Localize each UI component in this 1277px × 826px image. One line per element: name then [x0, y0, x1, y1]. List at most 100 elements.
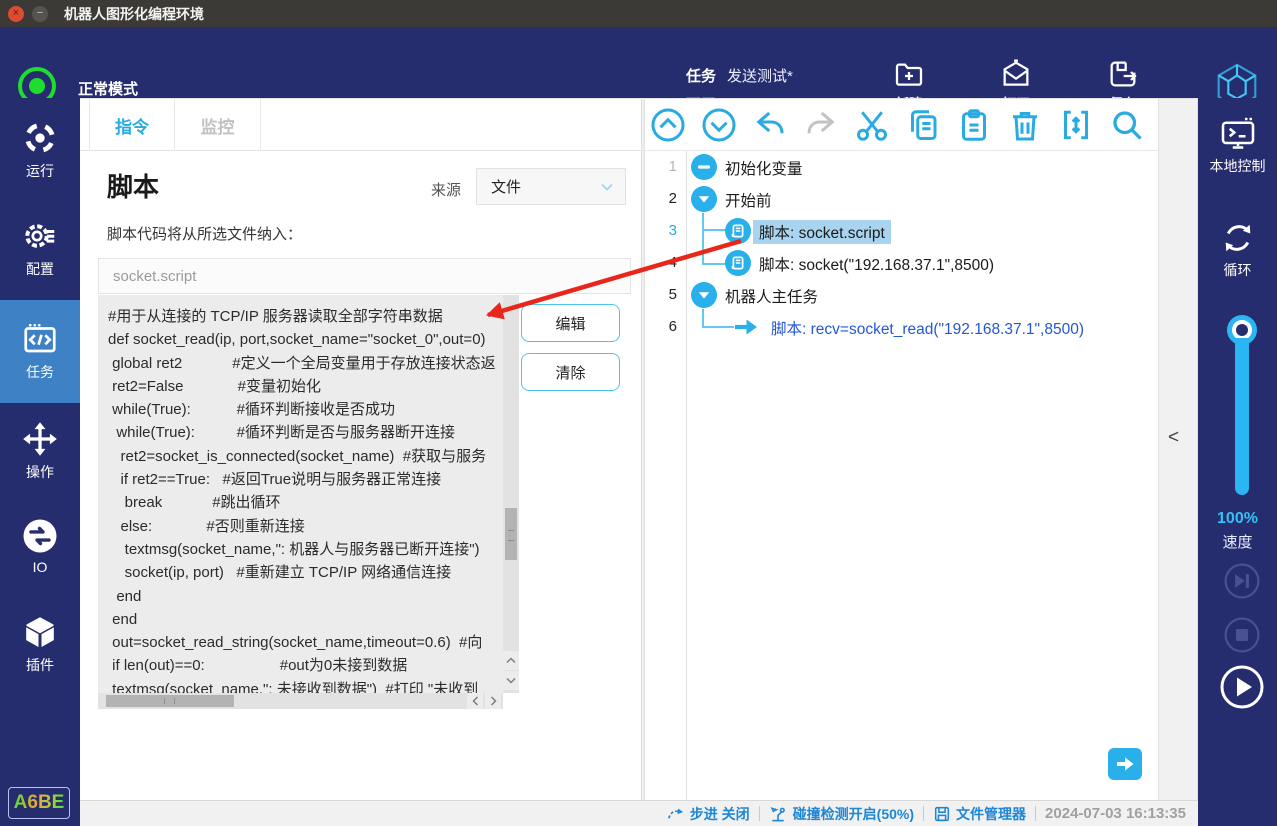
sidebar-item-label: 配置: [26, 260, 54, 277]
tree-node-5[interactable]: 5 机器人主任务: [645, 279, 1158, 311]
horizontal-scroll-thumb[interactable]: [106, 695, 234, 707]
status-bar: 步进 关闭 碰撞检测开启(50%) 文件管理器 2024-07-03 16:13…: [80, 800, 1198, 826]
status-separator: [1035, 806, 1037, 821]
tree-node-label: 脚本: socket("192.168.37.1",8500): [759, 257, 995, 274]
chevron-down-icon: [601, 183, 613, 191]
redo-button[interactable]: [803, 107, 839, 143]
scroll-up-button[interactable]: [503, 651, 519, 670]
horizontal-scrollbar[interactable]: [98, 693, 503, 709]
tree-node-label: 脚本: socket.script: [753, 220, 891, 244]
window-title: 机器人图形化编程环境: [64, 5, 204, 22]
filename-field[interactable]: socket.script: [98, 258, 631, 294]
collision-detect-icon: [769, 804, 788, 823]
code-line: if len(out)==0: #out为0未接到数据: [108, 657, 408, 675]
sidebar-item-配置[interactable]: 配置: [0, 212, 80, 284]
step-mode-status[interactable]: 步进 关闭: [666, 804, 750, 824]
tree-toolbar: [645, 99, 1158, 151]
window-titlebar: × − 机器人图形化编程环境: [0, 0, 1277, 27]
operate-move-icon: [22, 421, 58, 457]
scroll-down-button[interactable]: [503, 671, 519, 690]
line-number: 6: [668, 318, 677, 335]
move-down-button[interactable]: [701, 107, 737, 143]
task-label: 任务: [686, 68, 717, 85]
search-button[interactable]: [1109, 107, 1145, 143]
step-icon: [666, 804, 685, 823]
code-line: end: [108, 610, 138, 628]
tree-script-icon: [725, 218, 751, 244]
program-tree-panel: 1 初始化变量 2 开始前 3 脚本: socket.script 4 脚本: socket(…: [645, 98, 1158, 801]
io-exchange-icon: [22, 518, 58, 554]
sidebar-item-任务[interactable]: 任务: [0, 300, 80, 403]
datetime: 2024-07-03 16:13:35: [1045, 805, 1186, 822]
close-button[interactable]: ×: [8, 5, 24, 22]
next-step-button[interactable]: [1108, 748, 1142, 780]
redo-icon: [803, 107, 839, 143]
line-number: 3: [668, 222, 677, 239]
cut-button[interactable]: [854, 107, 890, 143]
speed-value: 100%: [1217, 510, 1258, 527]
tree-node-6[interactable]: 6 脚本: recv=socket_read("192.168.37.1",850…: [645, 311, 1158, 343]
vertical-scrollbar[interactable]: [503, 295, 519, 693]
scroll-right-button[interactable]: [485, 693, 501, 709]
save-file-icon: [1107, 58, 1139, 90]
new-file-icon: [893, 58, 925, 90]
tree-node-label: 开始前: [725, 193, 772, 210]
step-forward-button[interactable]: [1223, 562, 1261, 600]
delete-button[interactable]: [1007, 107, 1043, 143]
robot-model-button[interactable]: A6BE: [8, 787, 70, 819]
undo-button[interactable]: [752, 107, 788, 143]
insert-button[interactable]: [1058, 107, 1094, 143]
tree-script-icon: [725, 250, 751, 276]
clear-button[interactable]: 清除: [521, 353, 620, 391]
sidebar-item-loop[interactable]: 循环: [1198, 220, 1277, 280]
code-line: socket(ip, port) #重新建立 TCP/IP 网络通信连接: [108, 564, 452, 582]
sidebar-item-插件[interactable]: 插件: [0, 608, 80, 680]
play-button[interactable]: [1219, 664, 1265, 710]
script-panel: 指令 监控 脚本 来源 文件 脚本代码将从所选文件纳入： socket.scri…: [80, 98, 641, 800]
tab-monitor[interactable]: 监控: [175, 99, 261, 151]
copy-icon: [905, 107, 941, 143]
tree-node-3[interactable]: 3 脚本: socket.script: [645, 215, 1158, 247]
loop-icon: [1220, 220, 1256, 256]
move-up-button[interactable]: [650, 107, 686, 143]
sidebar-item-操作[interactable]: 操作: [0, 415, 80, 487]
code-line: def socket_read(ip, port,socket_name="so…: [108, 331, 486, 349]
left-sidebar: 运行配置任务操作 IO 插件 A6BE: [0, 98, 80, 826]
tab-instruction[interactable]: 指令: [89, 99, 175, 151]
open-file-icon: [1000, 58, 1032, 90]
sidebar-item-local-control[interactable]: 本地控制: [1198, 116, 1277, 176]
status-separator: [758, 806, 760, 821]
speed-label: 速度: [1222, 534, 1253, 551]
tree-node-label: 脚本: recv=socket_read("192.168.37.1",8500…: [771, 321, 1085, 338]
page-title: 脚本: [107, 172, 160, 202]
code-line: ret2=False #变量初始化: [108, 377, 321, 395]
tree-node-label: 机器人主任务: [725, 289, 819, 306]
file-manager-button[interactable]: 文件管理器: [933, 804, 1026, 824]
edit-button[interactable]: 编辑: [521, 304, 620, 342]
code-line: textmsg(socket_name,": 未接收到数据") #打印 "未收到: [108, 680, 479, 693]
cut-icon: [854, 107, 890, 143]
copy-button[interactable]: [905, 107, 941, 143]
tree-node-4[interactable]: 4 脚本: socket("192.168.37.1",8500): [645, 247, 1158, 279]
code-line: while(True): #循环判断接收是否成功: [108, 401, 395, 419]
tree-node-label: 初始化变量: [725, 161, 803, 178]
collision-status[interactable]: 碰撞检测开启(50%): [769, 804, 914, 824]
tree-node-1[interactable]: 1 初始化变量: [645, 151, 1158, 183]
sidebar-item-运行[interactable]: 运行: [0, 114, 80, 186]
speed-slider-track[interactable]: [1235, 338, 1249, 495]
code-viewer[interactable]: #用于从连接的 TCP/IP 服务器读取全部字符串数据 def socket_re…: [98, 295, 503, 693]
scroll-left-button[interactable]: [467, 693, 483, 709]
code-line: if ret2==True: #返回True说明与服务器正常连接: [108, 471, 442, 489]
tree-node-2[interactable]: 2 开始前: [645, 183, 1158, 215]
collapse-left-icon: <: [1168, 427, 1180, 448]
paste-button[interactable]: [956, 107, 992, 143]
vertical-scroll-thumb[interactable]: [505, 508, 517, 560]
delete-icon: [1007, 107, 1043, 143]
sidebar-item-IO[interactable]: IO: [0, 510, 80, 582]
panel-collapse-handle[interactable]: <: [1158, 98, 1198, 800]
stop-button[interactable]: [1223, 616, 1261, 654]
tree-arrow-icon: [733, 314, 759, 340]
minimize-button[interactable]: −: [32, 5, 48, 22]
source-select[interactable]: 文件: [476, 168, 626, 205]
task-code-icon: [22, 321, 58, 357]
